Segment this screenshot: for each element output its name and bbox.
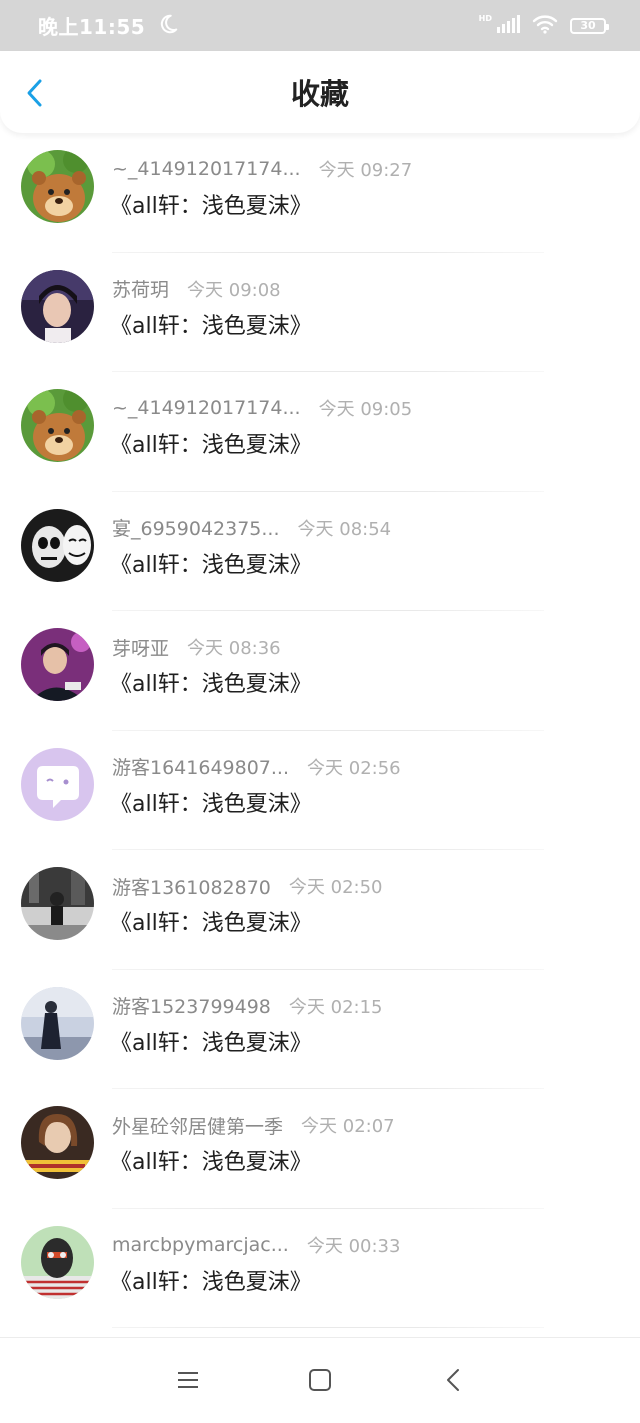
story-title[interactable]: 《all轩：浅色夏沫》 [110,188,312,220]
status-left: 晚上11:55 [38,11,179,40]
battery-icon: 30 [570,17,609,34]
avatar[interactable] [21,628,94,701]
item-meta: marcbpymarcjac... 今天 00:33 [112,1231,400,1259]
moon-icon [157,13,179,39]
favorites-list: ~_414912017174... 今天 09:27 《all轩：浅色夏沫》 苏荷玥今… [0,133,640,1328]
back-icon [447,1369,459,1391]
avatar[interactable] [21,986,94,1060]
timestamp: 今天 08:54 [297,518,392,540]
list-item[interactable]: 苏荷玥 今天 09:08 《all轩：浅色夏沫》 [0,253,640,372]
avatar[interactable] [21,508,94,582]
avatar[interactable] [21,867,94,940]
timestamp: 今天 02:56 [307,757,401,779]
timestamp: 今天 09:08 [187,279,281,301]
list-item[interactable]: ~_414912017174... 今天 09:05 《all轩：浅色夏沫》 [0,372,640,492]
avatar[interactable] [21,269,94,343]
username[interactable]: ~_414912017174... [112,158,301,180]
item-meta: 游客1361082870 今天 02:50 [112,872,383,900]
divider [112,1327,544,1328]
item-meta: 苏荷玥 今天 09:08 [112,275,281,303]
story-title[interactable]: 《all轩：浅色夏沫》 [110,1264,312,1296]
system-nav-bar [0,1337,640,1423]
item-meta: 宴_6959042375... 今天 08:54 [112,514,391,542]
item-meta: 游客1641649807... 今天 02:56 [112,753,401,781]
avatar[interactable] [21,389,94,462]
network-type-label: HD [478,13,492,23]
status-right: HD 30 [478,13,609,38]
username[interactable]: 游客1641649807... [112,753,289,780]
list-item[interactable]: ~_414912017174... 今天 09:27 《all轩：浅色夏沫》 [0,133,640,253]
username[interactable]: marcbpymarcjac... [112,1234,289,1256]
avatar[interactable] [21,150,94,223]
menu-icon [178,1372,198,1388]
story-title[interactable]: 《all轩：浅色夏沫》 [110,547,312,579]
list-item[interactable]: 宴_6959042375... 今天 08:54 《all轩：浅色夏沫》 [0,492,640,611]
story-title[interactable]: 《all轩：浅色夏沫》 [110,427,312,459]
story-title[interactable]: 《all轩：浅色夏沫》 [110,905,312,937]
avatar[interactable] [21,747,94,821]
status-bar: 晚上11:55 HD 30 [0,0,640,51]
username[interactable]: ~_414912017174... [112,397,301,419]
signal-icon [496,14,520,37]
timestamp: 今天 09:05 [318,399,413,420]
story-title[interactable]: 《all轩：浅色夏沫》 [110,1025,312,1057]
home-icon [309,1369,331,1391]
avatar[interactable] [21,1106,94,1179]
story-title[interactable]: 《all轩：浅色夏沫》 [110,308,312,340]
item-meta: 外星砼邻居健第一季 今天 02:07 [112,1111,395,1139]
story-title[interactable]: 《all轩：浅色夏沫》 [110,786,312,818]
nav-back-button[interactable] [438,1364,470,1396]
username[interactable]: 外星砼邻居健第一季 [112,1112,283,1139]
username[interactable]: 苏荷玥 [112,275,169,302]
page-title: 收藏 [290,77,349,111]
story-title[interactable]: 《all轩：浅色夏沫》 [110,1144,312,1176]
list-item[interactable]: marcbpymarcjac... 今天 00:33 《all轩：浅色夏沫》 [0,1209,640,1328]
timestamp: 今天 02:50 [288,877,383,898]
username[interactable]: 芽呀亚 [112,634,169,661]
timestamp: 今天 08:36 [187,638,281,659]
wifi-icon [532,14,558,38]
list-item[interactable]: 游客1641649807... 今天 02:56 《all轩：浅色夏沫》 [0,731,640,850]
username[interactable]: 宴_6959042375... [112,514,280,541]
timestamp: 今天 00:33 [306,1235,401,1257]
item-meta: ~_414912017174... 今天 09:05 [112,394,412,422]
status-time: 晚上11:55 [38,15,146,39]
header: 收藏 [0,51,640,133]
username[interactable]: 游客1523799498 [112,992,271,1019]
item-meta: 芽呀亚 今天 08:36 [112,633,281,661]
timestamp: 今天 02:07 [301,1116,395,1137]
list-item[interactable]: 游客1523799498 今天 02:15 《all轩：浅色夏沫》 [0,970,640,1089]
username[interactable]: 游客1361082870 [112,873,271,900]
list-item[interactable]: 游客1361082870 今天 02:50 《all轩：浅色夏沫》 [0,850,640,970]
timestamp: 今天 09:27 [318,160,413,181]
story-title[interactable]: 《all轩：浅色夏沫》 [110,666,312,698]
list-item[interactable]: 芽呀亚 今天 08:36 《all轩：浅色夏沫》 [0,611,640,731]
item-meta: ~_414912017174... 今天 09:27 [112,155,412,183]
timestamp: 今天 02:15 [288,996,383,1018]
avatar[interactable] [21,1225,94,1299]
menu-button[interactable] [172,1364,204,1396]
list-item[interactable]: 外星砼邻居健第一季 今天 02:07 《all轩：浅色夏沫》 [0,1089,640,1209]
item-meta: 游客1523799498 今天 02:15 [112,992,383,1020]
home-button[interactable] [304,1364,336,1396]
